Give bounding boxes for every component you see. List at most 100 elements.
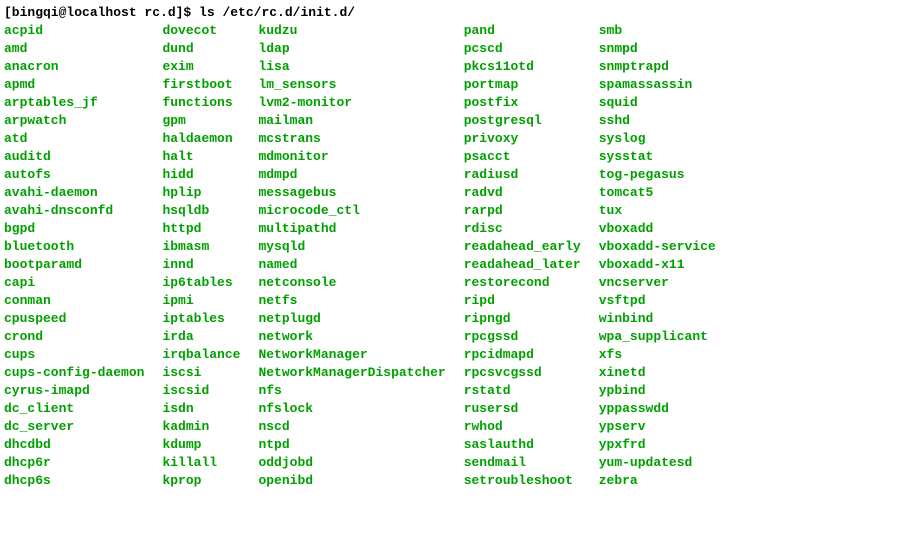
file-entry: tomcat5: [599, 184, 716, 202]
file-entry: atd: [4, 130, 144, 148]
file-entry: netfs: [258, 292, 445, 310]
file-entry: NetworkManager: [258, 346, 445, 364]
file-entry: hplip: [162, 184, 240, 202]
file-entry: ip6tables: [162, 274, 240, 292]
file-entry: dc_server: [4, 418, 144, 436]
file-entry: spamassassin: [599, 76, 716, 94]
file-entry: hidd: [162, 166, 240, 184]
file-entry: readahead_early: [464, 238, 581, 256]
file-entry: postfix: [464, 94, 581, 112]
file-entry: arpwatch: [4, 112, 144, 130]
file-entry: multipathd: [258, 220, 445, 238]
file-entry: sendmail: [464, 454, 581, 472]
file-entry: network: [258, 328, 445, 346]
file-entry: nfs: [258, 382, 445, 400]
file-entry: snmpd: [599, 40, 716, 58]
prompt-line: [bingqi@localhost rc.d]$ ls /etc/rc.d/in…: [4, 4, 910, 22]
file-entry: named: [258, 256, 445, 274]
file-entry: snmptrapd: [599, 58, 716, 76]
prompt-userhost: [bingqi@localhost rc.d]$: [4, 5, 191, 20]
column-5: smbsnmpdsnmptrapdspamassassinsquidsshdsy…: [599, 22, 716, 490]
file-entry: oddjobd: [258, 454, 445, 472]
file-entry: yum-updatesd: [599, 454, 716, 472]
file-entry: haldaemon: [162, 130, 240, 148]
file-entry: tux: [599, 202, 716, 220]
file-entry: irqbalance: [162, 346, 240, 364]
file-entry: cpuspeed: [4, 310, 144, 328]
file-entry: psacct: [464, 148, 581, 166]
file-entry: gpm: [162, 112, 240, 130]
file-entry: lm_sensors: [258, 76, 445, 94]
file-entry: isdn: [162, 400, 240, 418]
file-entry: ipmi: [162, 292, 240, 310]
file-entry: syslog: [599, 130, 716, 148]
file-entry: conman: [4, 292, 144, 310]
file-entry: mcstrans: [258, 130, 445, 148]
file-entry: dhcp6s: [4, 472, 144, 490]
file-entry: lvm2-monitor: [258, 94, 445, 112]
file-entry: nscd: [258, 418, 445, 436]
file-entry: ripngd: [464, 310, 581, 328]
file-entry: bgpd: [4, 220, 144, 238]
file-entry: ripd: [464, 292, 581, 310]
file-entry: iscsid: [162, 382, 240, 400]
file-entry: mailman: [258, 112, 445, 130]
file-entry: avahi-dnsconfd: [4, 202, 144, 220]
file-entry: exim: [162, 58, 240, 76]
file-entry: sshd: [599, 112, 716, 130]
file-entry: kdump: [162, 436, 240, 454]
file-entry: cups: [4, 346, 144, 364]
file-entry: arptables_jf: [4, 94, 144, 112]
file-entry: microcode_ctl: [258, 202, 445, 220]
file-entry: privoxy: [464, 130, 581, 148]
file-entry: pcscd: [464, 40, 581, 58]
file-entry: mdmonitor: [258, 148, 445, 166]
file-entry: rusersd: [464, 400, 581, 418]
file-entry: rarpd: [464, 202, 581, 220]
file-entry: rpcsvcgssd: [464, 364, 581, 382]
file-entry: iptables: [162, 310, 240, 328]
file-entry: ypserv: [599, 418, 716, 436]
file-entry: openibd: [258, 472, 445, 490]
file-entry: xfs: [599, 346, 716, 364]
file-entry: wpa_supplicant: [599, 328, 716, 346]
file-entry: rstatd: [464, 382, 581, 400]
file-entry: rpcidmapd: [464, 346, 581, 364]
file-entry: zebra: [599, 472, 716, 490]
file-entry: bootparamd: [4, 256, 144, 274]
file-entry: irda: [162, 328, 240, 346]
file-entry: radiusd: [464, 166, 581, 184]
file-entry: pkcs11otd: [464, 58, 581, 76]
file-entry: ypbind: [599, 382, 716, 400]
file-entry: halt: [162, 148, 240, 166]
file-entry: cyrus-imapd: [4, 382, 144, 400]
file-entry: capi: [4, 274, 144, 292]
file-entry: xinetd: [599, 364, 716, 382]
file-entry: messagebus: [258, 184, 445, 202]
file-entry: rwhod: [464, 418, 581, 436]
file-entry: NetworkManagerDispatcher: [258, 364, 445, 382]
file-entry: cups-config-daemon: [4, 364, 144, 382]
file-entry: mdmpd: [258, 166, 445, 184]
file-entry: ibmasm: [162, 238, 240, 256]
file-entry: squid: [599, 94, 716, 112]
file-entry: lisa: [258, 58, 445, 76]
file-entry: postgresql: [464, 112, 581, 130]
file-entry: autofs: [4, 166, 144, 184]
file-entry: dhcp6r: [4, 454, 144, 472]
file-entry: crond: [4, 328, 144, 346]
file-entry: kudzu: [258, 22, 445, 40]
file-entry: amd: [4, 40, 144, 58]
file-entry: netconsole: [258, 274, 445, 292]
file-entry: acpid: [4, 22, 144, 40]
column-2: dovecotdundeximfirstbootfunctionsgpmhald…: [162, 22, 240, 490]
file-entry: vncserver: [599, 274, 716, 292]
file-entry: vboxadd: [599, 220, 716, 238]
file-entry: kadmin: [162, 418, 240, 436]
file-entry: nfslock: [258, 400, 445, 418]
file-entry: winbind: [599, 310, 716, 328]
prompt-command: ls /etc/rc.d/init.d/: [199, 5, 355, 20]
file-entry: radvd: [464, 184, 581, 202]
file-entry: anacron: [4, 58, 144, 76]
file-entry: iscsi: [162, 364, 240, 382]
